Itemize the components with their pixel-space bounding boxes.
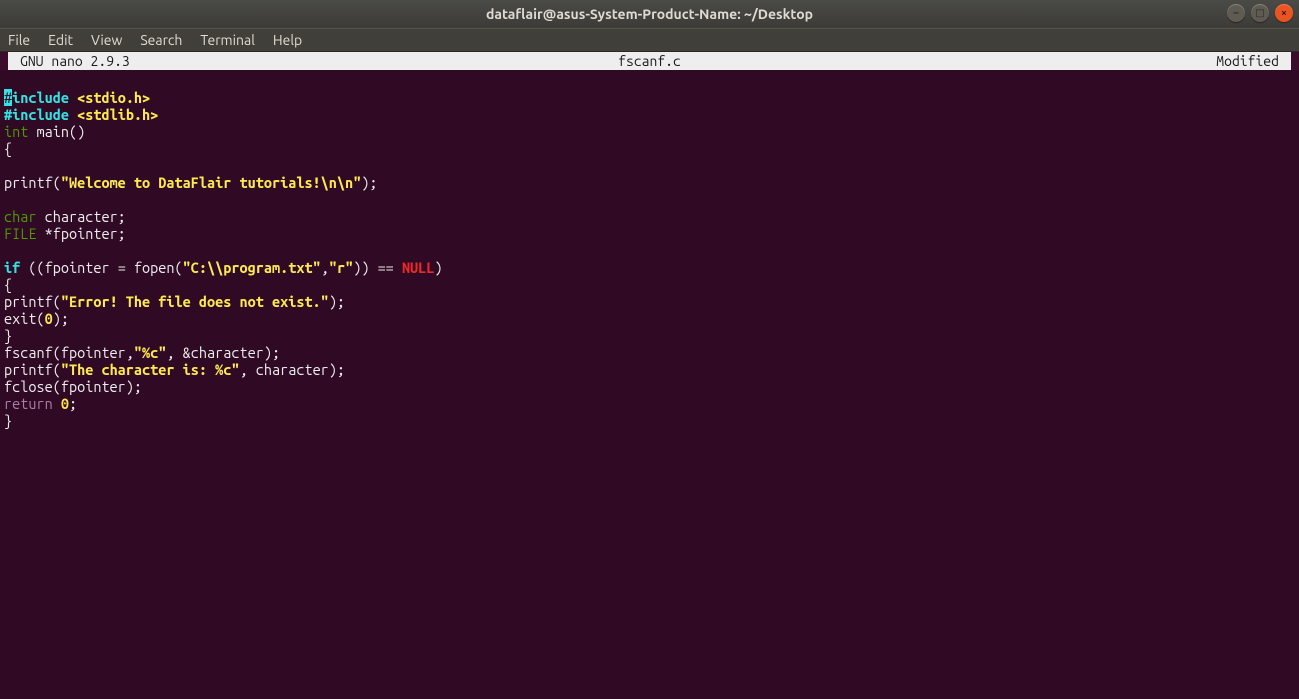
editor-area[interactable]: #include <stdio.h> #include <stdlib.h> i… [0, 70, 1299, 699]
code-token: 0 [45, 310, 53, 327]
code-token: , character); [239, 361, 345, 378]
maximize-icon: □ [1255, 8, 1264, 18]
code-token: "r" [329, 259, 353, 276]
code-token: fscanf(fpointer, [4, 344, 134, 361]
code-token: *fpointer; [36, 225, 125, 242]
code-token: "C:\\program.txt" [183, 259, 321, 276]
code-token: exit( [4, 310, 45, 327]
window-controls: – □ × [1227, 4, 1293, 22]
code-token: ); [361, 174, 377, 191]
menubar: File Edit View Search Terminal Help [0, 28, 1299, 52]
menu-terminal[interactable]: Terminal [200, 32, 255, 48]
nano-modified: Modified [1216, 53, 1279, 69]
code-token: ) [434, 259, 442, 276]
code-token: 0 [61, 395, 69, 412]
code-token: int [4, 123, 28, 140]
code-token: <stdio.h> [77, 89, 150, 106]
cursor: # [4, 89, 12, 106]
code-token: "The character is: %c" [61, 361, 240, 378]
code-token: } [4, 327, 12, 344]
code-token: printf( [4, 174, 61, 191]
titlebar: dataflair@asus-System-Product-Name: ~/De… [0, 0, 1299, 28]
code-token: if [4, 259, 20, 276]
code-token: ((fpointer = fopen( [20, 259, 182, 276]
menu-help[interactable]: Help [273, 32, 302, 48]
code-token: char [4, 208, 36, 225]
code-token: ); [329, 293, 345, 310]
code-token: main() [28, 123, 85, 140]
code-token: printf( [4, 293, 61, 310]
code-token: <stdlib.h> [77, 106, 158, 123]
code-token: ); [53, 310, 69, 327]
code-token: #include [4, 106, 77, 123]
nano-version: GNU nano 2.9.3 [20, 53, 130, 69]
code-token: FILE [4, 225, 36, 242]
code-token: , [321, 259, 329, 276]
close-icon: × [1281, 8, 1287, 18]
code-token: } [4, 412, 12, 429]
code-token: "Welcome to DataFlair tutorials!\n\n" [61, 174, 361, 191]
minimize-button[interactable]: – [1227, 4, 1245, 22]
menu-view[interactable]: View [91, 32, 122, 48]
close-button[interactable]: × [1275, 4, 1293, 22]
code-token: , &character); [166, 344, 280, 361]
code-token: ; [69, 395, 77, 412]
code-token: "%c" [134, 344, 166, 361]
minimize-icon: – [1234, 8, 1239, 18]
menu-edit[interactable]: Edit [48, 32, 73, 48]
code-token: { [4, 140, 12, 157]
code-token: "Error! The file does not exist." [61, 293, 329, 310]
nano-filename: fscanf.c [618, 53, 681, 69]
code-token: fclose(fpointer); [4, 378, 142, 395]
code-token: NULL [402, 259, 434, 276]
code-token: return [4, 395, 53, 412]
code-token: include [12, 89, 77, 106]
code-token: )) == [353, 259, 402, 276]
nano-status-bar: GNU nano 2.9.3 fscanf.c Modified [8, 52, 1291, 70]
maximize-button[interactable]: □ [1251, 4, 1269, 22]
menu-file[interactable]: File [8, 32, 30, 48]
code-token [53, 395, 61, 412]
menu-search[interactable]: Search [140, 32, 182, 48]
code-token: { [4, 276, 12, 293]
blank-line [4, 72, 12, 89]
window-title: dataflair@asus-System-Product-Name: ~/De… [486, 6, 813, 22]
code-token: printf( [4, 361, 61, 378]
code-token: character; [36, 208, 125, 225]
